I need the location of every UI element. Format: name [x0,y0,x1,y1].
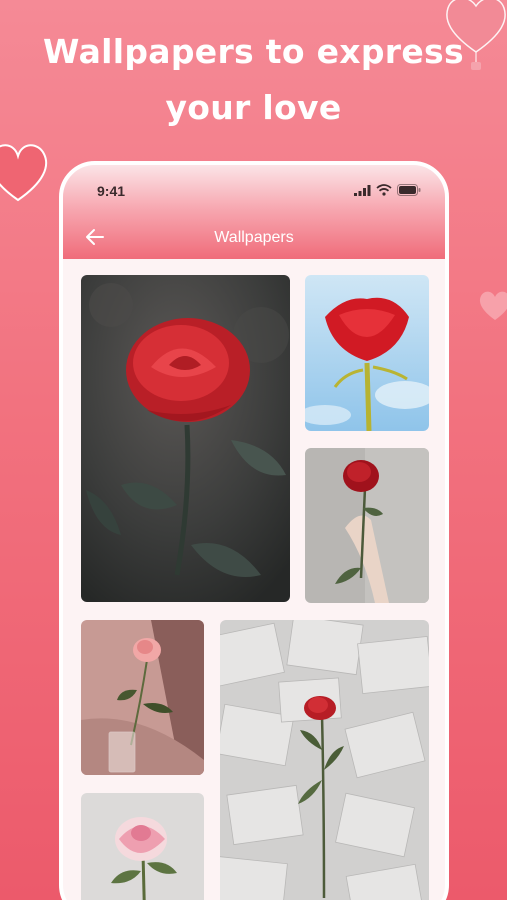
app-header: 9:41 Wallpapers [63,165,445,259]
battery-icon [397,184,421,196]
heart-icon-small [479,291,507,320]
wallpaper-card-5[interactable] [220,620,429,900]
page-title: Wallpapers [214,229,294,246]
wallpaper-card-3[interactable] [305,448,429,603]
rose-image [81,275,290,602]
rose-image [81,793,204,900]
rose-image [81,620,204,775]
phone-mockup: 9:41 Wallpapers [59,161,449,900]
status-icons [354,184,421,196]
wallpaper-card-6[interactable] [81,793,204,900]
promo-headline: Wallpapers to express your love [0,24,507,136]
wallpaper-card-1[interactable] [81,275,290,602]
wallpaper-card-4[interactable] [81,620,204,775]
wifi-icon [376,184,392,196]
wallpaper-card-2[interactable] [305,275,429,431]
headline-line-1: Wallpapers to express [43,32,464,71]
status-time: 9:41 [97,183,126,199]
rose-image [305,275,429,431]
heart-icon [0,144,48,202]
signal-icon [354,184,371,196]
rose-image [220,620,429,900]
headline-line-2: your love [165,88,342,127]
rose-image [305,448,429,603]
